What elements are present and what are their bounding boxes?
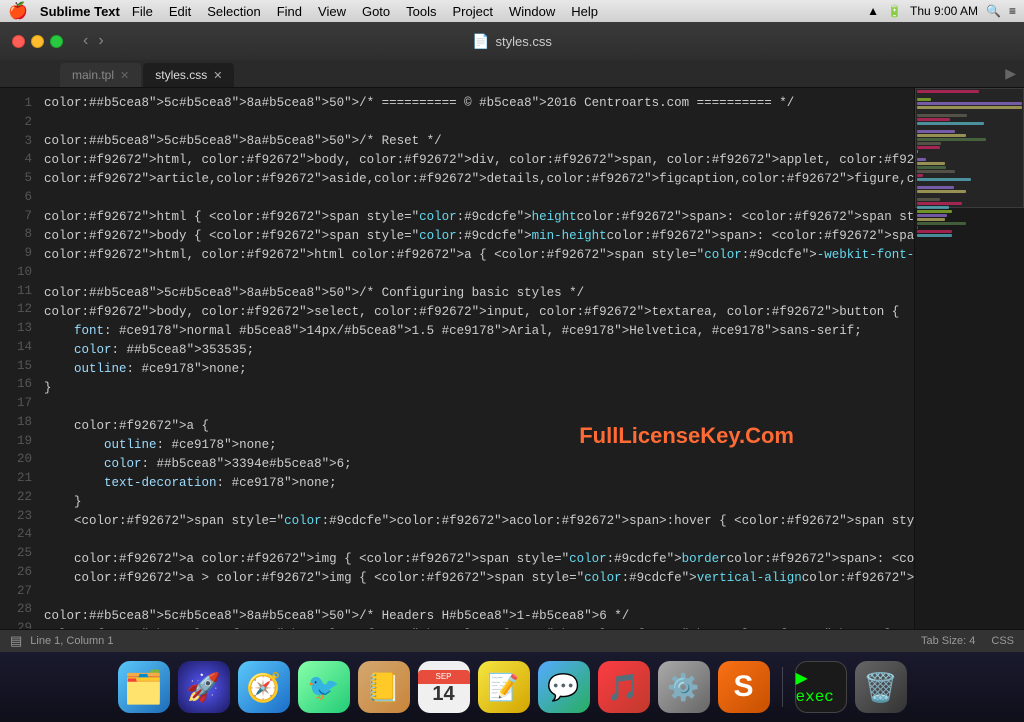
maximize-button[interactable] xyxy=(50,35,63,48)
tab-label: styles.css xyxy=(155,68,207,82)
list-icon[interactable]: ≡ xyxy=(1009,4,1016,18)
editor-container: 1234567891011121314151617181920212223242… xyxy=(0,88,1024,629)
menu-view[interactable]: View xyxy=(310,4,354,19)
traffic-lights xyxy=(12,35,63,48)
close-button[interactable] xyxy=(12,35,25,48)
dock-terminal[interactable]: ▶ exec xyxy=(795,661,847,713)
dock-sublime[interactable]: S xyxy=(718,661,770,713)
dock-separator xyxy=(782,667,783,707)
window-title: styles.css xyxy=(496,34,552,49)
titlebar: ‹ › 📄 styles.css xyxy=(0,22,1024,60)
clock: Thu 9:00 AM xyxy=(910,4,978,18)
menu-tools[interactable]: Tools xyxy=(398,4,444,19)
tabs-overflow-icon[interactable]: ▶ xyxy=(1005,65,1016,82)
apple-menu[interactable]: 🍎 xyxy=(8,1,28,21)
search-icon[interactable]: 🔍 xyxy=(986,4,1001,18)
dock-finder[interactable]: 🗂️ xyxy=(118,661,170,713)
menu-file[interactable]: File xyxy=(124,4,161,19)
dock-messages[interactable]: 💬 xyxy=(538,661,590,713)
statusbar: ▤ Line 1, Column 1 Tab Size: 4 CSS xyxy=(0,629,1024,652)
menu-window[interactable]: Window xyxy=(501,4,563,19)
tab-styles-css[interactable]: styles.css ✕ xyxy=(143,63,234,87)
nav-back-icon[interactable]: ‹ xyxy=(79,32,92,50)
minimap[interactable] xyxy=(914,88,1024,629)
wifi-icon: ▲ xyxy=(867,4,879,18)
editor-main[interactable]: 1234567891011121314151617181920212223242… xyxy=(0,88,914,629)
menu-edit[interactable]: Edit xyxy=(161,4,199,19)
language[interactable]: CSS xyxy=(991,635,1014,647)
tab-close-icon[interactable]: ✕ xyxy=(120,69,129,82)
dock-music[interactable]: 🎵 xyxy=(598,661,650,713)
titlebar-title: 📄 styles.css xyxy=(472,33,552,50)
menu-help[interactable]: Help xyxy=(563,4,606,19)
menu-project[interactable]: Project xyxy=(445,4,501,19)
tab-close-icon[interactable]: ✕ xyxy=(213,69,222,82)
statusbar-right: Tab Size: 4 CSS xyxy=(921,635,1014,647)
tab-size[interactable]: Tab Size: 4 xyxy=(921,635,975,647)
file-icon: 📄 xyxy=(472,33,489,50)
dock-safari[interactable]: 🧭 xyxy=(238,661,290,713)
menubar-right: ▲ 🔋 Thu 9:00 AM 🔍 ≡ xyxy=(867,4,1016,18)
dock-launchpad[interactable]: 🚀 xyxy=(178,661,230,713)
menu-goto[interactable]: Goto xyxy=(354,4,398,19)
dock-mail[interactable]: 🐦 xyxy=(298,661,350,713)
menubar: 🍎 Sublime Text File Edit Selection Find … xyxy=(0,0,1024,22)
dock-calendar[interactable]: SEP 14 xyxy=(418,661,470,713)
menu-find[interactable]: Find xyxy=(269,4,310,19)
tab-label: main.tpl xyxy=(72,68,114,82)
code-area[interactable]: color:##b5cea8">5c#b5cea8">8a#b5cea8">50… xyxy=(40,88,914,629)
dock-trash[interactable]: 🗑️ xyxy=(855,661,907,713)
menu-selection[interactable]: Selection xyxy=(199,4,268,19)
dock-notes[interactable]: 📝 xyxy=(478,661,530,713)
dock-settings[interactable]: ⚙️ xyxy=(658,661,710,713)
cursor-position: Line 1, Column 1 xyxy=(30,635,113,647)
titlebar-nav: ‹ › xyxy=(79,32,108,50)
app-name[interactable]: Sublime Text xyxy=(40,4,120,19)
tab-bar: main.tpl ✕ styles.css ✕ ▶ xyxy=(0,60,1024,88)
line-numbers: 1234567891011121314151617181920212223242… xyxy=(0,88,40,629)
statusbar-file-icon: ▤ xyxy=(10,633,22,649)
tab-main-tpl[interactable]: main.tpl ✕ xyxy=(60,63,141,87)
minimize-button[interactable] xyxy=(31,35,44,48)
dock-contacts[interactable]: 📒 xyxy=(358,661,410,713)
statusbar-left: ▤ Line 1, Column 1 xyxy=(10,633,113,649)
nav-forward-icon[interactable]: › xyxy=(94,32,107,50)
dock: 🗂️ 🚀 🧭 🐦 📒 SEP 14 📝 💬 🎵 ⚙️ S ▶ exec 🗑️ xyxy=(0,652,1024,722)
battery-icon: 🔋 xyxy=(887,4,902,18)
